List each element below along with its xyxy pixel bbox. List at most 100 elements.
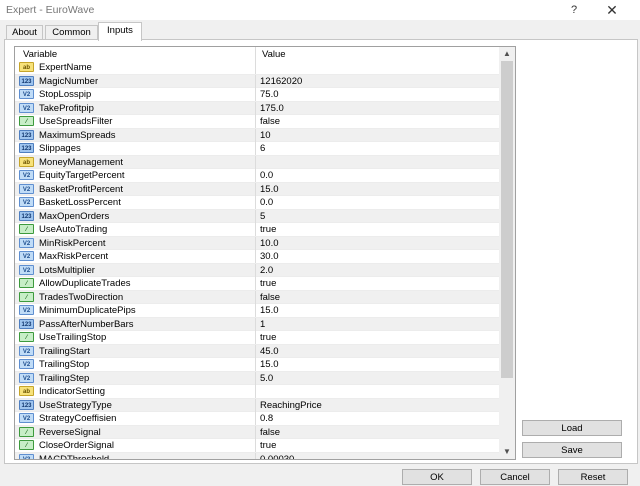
table-row[interactable]: ab MoneyManagement (15, 155, 499, 169)
variable-name: MaxOpenOrders (39, 210, 110, 222)
table-row[interactable]: 123 MagicNumber 12162020 (15, 74, 499, 88)
scroll-up-arrow-icon[interactable]: ▲ (499, 47, 515, 61)
boolean-type-icon: ⁄ (19, 224, 34, 234)
help-button[interactable]: ? (566, 2, 582, 18)
variable-value[interactable]: 15.0 (260, 304, 279, 317)
integer-type-icon: 123 (19, 318, 34, 329)
table-row[interactable]: V2 BasketProfitPercent 15.0 (15, 182, 499, 196)
table-row[interactable]: ⁄ AllowDuplicateTrades true (15, 277, 499, 291)
table-row[interactable]: V2 BasketLossPercent 0.0 (15, 196, 499, 210)
variable-value[interactable]: 0.0 (260, 169, 273, 182)
variable-value[interactable]: 175.0 (260, 102, 284, 115)
table-row[interactable]: V2 MinRiskPercent 10.0 (15, 236, 499, 250)
table-row[interactable]: 123 MaxOpenOrders 5 (15, 209, 499, 223)
cell-divider (255, 182, 256, 196)
table-row[interactable]: V2 MaxRiskPercent 30.0 (15, 250, 499, 264)
variable-value[interactable]: 10.0 (260, 237, 279, 250)
variable-value[interactable]: 15.0 (260, 183, 279, 196)
boolean-type-icon: ⁄ (19, 440, 34, 450)
variable-name: LotsMultiplier (39, 264, 95, 276)
save-button[interactable]: Save (522, 442, 622, 458)
variable-value[interactable]: 1 (260, 318, 265, 331)
table-row[interactable]: 123 UseStrategyType ReachingPrice (15, 398, 499, 412)
variable-value[interactable]: 0.00030 (260, 453, 294, 460)
table-row[interactable]: V2 TrailingStart 45.0 (15, 344, 499, 358)
table-row[interactable]: ab ExpertName (15, 61, 499, 75)
tab-inputs[interactable]: Inputs (98, 22, 142, 41)
table-row[interactable]: ⁄ UseAutoTrading true (15, 223, 499, 237)
table-row[interactable]: 123 PassAfterNumberBars 1 (15, 317, 499, 331)
variable-value[interactable]: 75.0 (260, 88, 279, 101)
reset-button[interactable]: Reset (558, 469, 628, 485)
variable-value[interactable]: false (260, 291, 280, 304)
variable-value[interactable]: 45.0 (260, 345, 279, 358)
header-divider[interactable] (255, 47, 256, 61)
double-type-icon: V2 (19, 372, 34, 383)
inputs-grid: Variable Value ab ExpertName 123 MagicNumbe… (14, 46, 516, 460)
double-type-icon: V2 (19, 413, 34, 423)
table-row[interactable]: ab IndicatorSetting (15, 385, 499, 399)
double-type-icon: V2 (19, 102, 34, 113)
table-row[interactable]: ⁄ ReverseSignal false (15, 425, 499, 439)
vertical-scrollbar[interactable]: ▲ ▼ (499, 47, 515, 459)
variable-value[interactable]: 0.8 (260, 412, 273, 425)
tab-about[interactable]: About (6, 25, 43, 40)
table-row[interactable]: V2 TrailingStep 5.0 (15, 371, 499, 385)
table-row[interactable]: ⁄ UseTrailingStop true (15, 331, 499, 345)
variable-value[interactable]: 0.0 (260, 196, 273, 209)
grid-header: Variable Value (15, 47, 499, 61)
cell-divider (255, 196, 256, 209)
table-row[interactable]: V2 MACDThreshold 0.00030 (15, 452, 499, 460)
variable-value[interactable]: true (260, 277, 276, 290)
cell-divider (255, 398, 256, 412)
string-type-icon: ab (19, 386, 34, 396)
variable-value[interactable]: 2.0 (260, 264, 273, 277)
table-row[interactable]: 123 Slippages 6 (15, 142, 499, 156)
variable-value[interactable]: 5 (260, 210, 265, 223)
variable-name: ReverseSignal (39, 426, 101, 438)
table-row[interactable]: V2 EquityTargetPercent 0.0 (15, 169, 499, 183)
variable-value[interactable]: true (260, 439, 276, 452)
variable-value[interactable]: 6 (260, 142, 265, 155)
table-row[interactable]: ⁄ TradesTwoDirection false (15, 290, 499, 304)
cancel-button[interactable]: Cancel (480, 469, 550, 485)
variable-value[interactable]: 12162020 (260, 75, 302, 88)
cell-divider (255, 452, 256, 459)
double-type-icon: V2 (19, 237, 34, 248)
table-row[interactable]: V2 TrailingStop 15.0 (15, 358, 499, 372)
variable-value[interactable]: 5.0 (260, 372, 273, 385)
table-row[interactable]: ⁄ CloseOrderSignal true (15, 439, 499, 453)
column-header-value[interactable]: Value (262, 48, 286, 61)
load-button[interactable]: Load (522, 420, 622, 436)
ok-button[interactable]: OK (402, 469, 472, 485)
double-type-icon: V2 (19, 183, 34, 194)
variable-value[interactable]: false (260, 426, 280, 439)
tab-common[interactable]: Common (45, 25, 98, 40)
variable-name: ExpertName (39, 62, 92, 73)
table-row[interactable]: V2 MinimumDuplicatePips 15.0 (15, 304, 499, 318)
table-row[interactable]: V2 LotsMultiplier 2.0 (15, 263, 499, 277)
variable-value[interactable]: true (260, 331, 276, 344)
cell-divider (255, 304, 256, 317)
table-row[interactable]: V2 StrategyCoeffisien 0.8 (15, 412, 499, 426)
variable-value[interactable]: ReachingPrice (260, 399, 322, 412)
scrollbar-thumb[interactable] (501, 61, 513, 378)
table-row[interactable]: ⁄ UseSpreadsFilter false (15, 115, 499, 129)
cell-divider (255, 155, 256, 169)
table-row[interactable]: 123 MaximumSpreads 10 (15, 128, 499, 142)
column-header-variable[interactable]: Variable (23, 48, 57, 61)
variable-value[interactable]: true (260, 223, 276, 236)
close-button[interactable]: ✕ (602, 1, 622, 19)
variable-name: BasketLossPercent (39, 197, 121, 208)
variable-value[interactable]: false (260, 115, 280, 128)
window-title: Expert - EuroWave (6, 4, 95, 16)
variable-name: PassAfterNumberBars (39, 318, 134, 330)
variable-name: BasketProfitPercent (39, 183, 123, 195)
scroll-down-arrow-icon[interactable]: ▼ (499, 445, 515, 459)
cell-divider (255, 358, 256, 371)
variable-value[interactable]: 10 (260, 129, 271, 142)
table-row[interactable]: V2 TakeProfitpip 175.0 (15, 101, 499, 115)
variable-value[interactable]: 30.0 (260, 250, 279, 263)
table-row[interactable]: V2 StopLosspip 75.0 (15, 88, 499, 102)
variable-value[interactable]: 15.0 (260, 358, 279, 371)
